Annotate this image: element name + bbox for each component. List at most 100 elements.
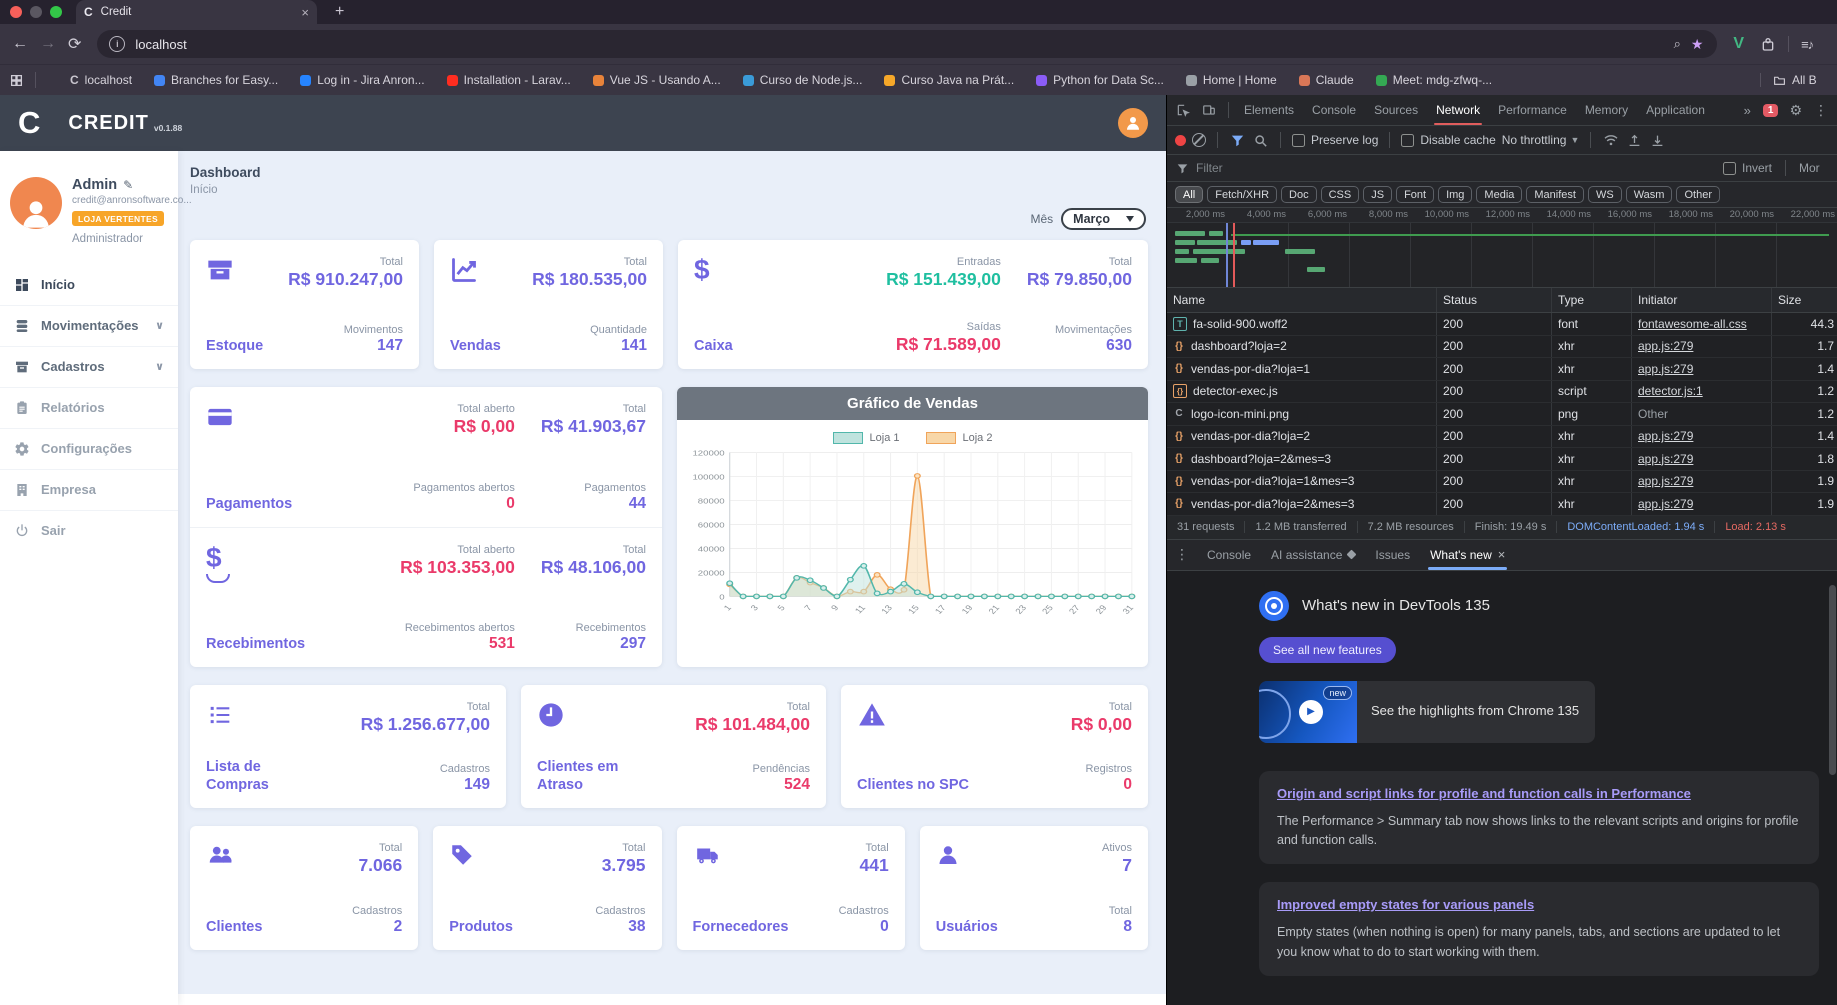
bookmark-star-icon[interactable]: ★ — [1691, 36, 1704, 53]
inspect-element-icon[interactable] — [1171, 103, 1195, 117]
feature-link[interactable]: Origin and script links for profile and … — [1277, 786, 1691, 801]
network-request-row[interactable]: {} vendas-por-dia?loja=2 200 xhr app.js:279 1… — [1167, 425, 1837, 448]
device-toolbar-icon[interactable] — [1197, 103, 1221, 117]
browser-tab[interactable]: C Credit × — [76, 0, 317, 24]
column-header-status[interactable]: Status — [1437, 288, 1552, 312]
network-request-row[interactable]: {} dashboard?loja=2&mes=3 200 xhr app.js:279… — [1167, 448, 1837, 471]
export-har-icon[interactable] — [1626, 134, 1643, 147]
network-request-row[interactable]: Clogo-icon-mini.png 200 png Other 1.2 — [1167, 403, 1837, 426]
maximize-window-button[interactable] — [50, 6, 62, 18]
card-produtos[interactable]: Produtos Total 3.795 Cadastros 38 — [433, 826, 662, 950]
scrollbar[interactable] — [1829, 584, 1836, 775]
request-type-filter[interactable]: Font — [1396, 186, 1435, 203]
column-header-type[interactable]: Type — [1552, 288, 1632, 312]
drawer-tab-ai-assistance[interactable]: AI assistance — [1261, 540, 1365, 570]
column-header-initiator[interactable]: Initiator — [1632, 288, 1772, 312]
card-fornecedores[interactable]: Fornecedores Total 441 Cadastros 0 — [676, 826, 905, 950]
request-type-filter[interactable]: Other — [1676, 186, 1720, 203]
vue-devtools-icon[interactable]: V — [1733, 35, 1744, 53]
all-bookmarks-folder[interactable]: All B — [1760, 73, 1837, 87]
network-request-row[interactable]: {} vendas-por-dia?loja=1&mes=3 200 xhr app.j… — [1167, 470, 1837, 493]
request-type-filter[interactable]: CSS — [1320, 186, 1360, 203]
network-overview[interactable] — [1167, 223, 1837, 288]
apps-grid-icon[interactable] — [10, 74, 23, 87]
network-request-row[interactable]: {} vendas-por-dia?loja=1 200 xhr app.js:279 1… — [1167, 358, 1837, 381]
request-initiator[interactable]: app.js:279 — [1638, 429, 1693, 443]
request-initiator[interactable]: app.js:279 — [1638, 362, 1693, 376]
card-recebimentos[interactable]: $ Recebimentos Total aberto R$ 103.353,00… — [190, 527, 662, 667]
devtools-tab-application[interactable]: Application — [1638, 95, 1713, 125]
back-icon[interactable]: ← — [12, 35, 28, 53]
forward-icon[interactable]: → — [40, 35, 56, 53]
card-clientes[interactable]: Clientes Total 7.066 Cadastros 2 — [190, 826, 419, 950]
tab-list-icon[interactable]: ≡♪ — [1801, 37, 1814, 52]
close-icon[interactable]: × — [1498, 547, 1506, 562]
filter-funnel-icon[interactable] — [1229, 134, 1246, 147]
clear-log-icon[interactable] — [1192, 133, 1206, 147]
card-estoque[interactable]: Estoque Total R$ 910.247,00 Movimentos 147 — [190, 240, 419, 369]
request-type-filter[interactable]: Manifest — [1526, 186, 1584, 203]
minimize-window-button[interactable] — [30, 6, 42, 18]
bookmark-item[interactable]: Curso Java na Prát... — [884, 73, 1014, 87]
request-type-filter[interactable]: Fetch/XHR — [1207, 186, 1278, 203]
drawer-tab-issues[interactable]: Issues — [1365, 540, 1420, 570]
reload-icon[interactable]: ⟳ — [68, 34, 81, 54]
sidebar-item-sair[interactable]: Sair — [0, 509, 178, 551]
record-button[interactable] — [1175, 134, 1186, 146]
bookmark-item[interactable]: Curso de Node.js... — [742, 73, 862, 87]
address-bar[interactable]: i localhost ⌕ ★ — [97, 30, 1718, 58]
sidebar-item-relatorios[interactable]: Relatórios — [0, 386, 178, 428]
network-conditions-icon[interactable] — [1602, 134, 1620, 146]
highlight-card[interactable]: new ▶ See the highlights from Chrome 135 — [1259, 680, 1595, 743]
drawer-tab-whats-new[interactable]: What's new × — [1420, 540, 1515, 570]
extensions-icon[interactable] — [1760, 36, 1776, 52]
throttling-select[interactable]: No throttling — [1502, 133, 1567, 147]
card-clientes-atraso[interactable]: Clientes em Atraso Total R$ 101.484,00 Pe… — [521, 685, 826, 808]
bookmark-item[interactable]: Log in - Jira Anron... — [300, 73, 425, 87]
request-initiator[interactable]: app.js:279 — [1638, 452, 1693, 466]
request-type-filter[interactable]: Doc — [1281, 186, 1317, 203]
request-initiator[interactable]: app.js:279 — [1638, 497, 1693, 511]
network-request-row[interactable]: {} detector-exec.js 200 script detector.js:1… — [1167, 380, 1837, 403]
card-clientes-spc[interactable]: Clientes no SPC Total R$ 0,00 Registros 0 — [841, 685, 1148, 808]
bookmark-item[interactable]: Vue JS - Usando A... — [592, 73, 721, 87]
network-request-row[interactable]: {} vendas-por-dia?loja=2&mes=3 200 xhr app.j… — [1167, 493, 1837, 516]
filter-input[interactable]: Filter — [1196, 161, 1715, 175]
kebab-menu-icon[interactable]: ⋮ — [1809, 102, 1833, 119]
devtools-tab-memory[interactable]: Memory — [1577, 95, 1636, 125]
sidebar-item-configuracoes[interactable]: Configurações — [0, 427, 178, 469]
import-har-icon[interactable] — [1649, 134, 1666, 147]
search-icon[interactable] — [1252, 134, 1269, 147]
bookmark-item[interactable]: Meet: mdg-zfwq-... — [1375, 73, 1492, 87]
month-select[interactable]: Março — [1061, 208, 1146, 230]
devtools-tab-elements[interactable]: Elements — [1236, 95, 1302, 125]
page-zoom-icon[interactable]: ⌕ — [1674, 36, 1681, 52]
request-type-filter[interactable]: All — [1175, 186, 1204, 203]
site-info-icon[interactable]: i — [109, 36, 126, 52]
disable-cache-checkbox[interactable]: Disable cache — [1401, 133, 1496, 147]
invert-checkbox[interactable]: Invert — [1722, 161, 1772, 175]
request-initiator[interactable]: detector.js:1 — [1638, 384, 1703, 398]
more-tabs-icon[interactable]: » — [1738, 103, 1757, 118]
edit-profile-icon[interactable]: ✎ — [123, 178, 133, 192]
sidebar-item-cadastros[interactable]: Cadastros ∨ — [0, 345, 178, 387]
avatar[interactable] — [10, 177, 62, 229]
column-header-size[interactable]: Size — [1772, 288, 1837, 312]
play-icon[interactable]: ▶ — [1299, 699, 1323, 724]
sidebar-item-inicio[interactable]: Início — [0, 265, 178, 305]
request-type-filter[interactable]: Wasm — [1625, 186, 1673, 203]
bookmark-item[interactable]: Clocalhost — [70, 73, 132, 87]
drawer-tab-console[interactable]: Console — [1197, 540, 1261, 570]
card-usuarios[interactable]: Usuários Ativos 7 Total 8 — [919, 826, 1148, 950]
card-lista-compras[interactable]: Lista de Compras Total R$ 1.256.677,00 Ca… — [190, 685, 506, 808]
request-initiator[interactable]: fontawesome-all.css — [1638, 317, 1747, 331]
request-type-filter[interactable]: WS — [1587, 186, 1622, 203]
new-tab-button[interactable]: + — [335, 3, 344, 21]
settings-gear-icon[interactable]: ⚙ — [1784, 102, 1807, 119]
card-caixa[interactable]: $ Caixa Entradas R$ 151.439,00 Saídas R$ 7… — [678, 240, 1148, 369]
request-initiator[interactable]: app.js:279 — [1638, 339, 1693, 353]
network-request-row[interactable]: Tfa-solid-900.woff2 200 font fontawesome-al… — [1167, 313, 1837, 336]
sales-line-chart[interactable]: 0200004000060000800001000001200001 3 5 7 9 11… — [683, 446, 1142, 634]
devtools-tab-sources[interactable]: Sources — [1366, 95, 1426, 125]
bookmark-item[interactable]: Python for Data Sc... — [1036, 73, 1164, 87]
